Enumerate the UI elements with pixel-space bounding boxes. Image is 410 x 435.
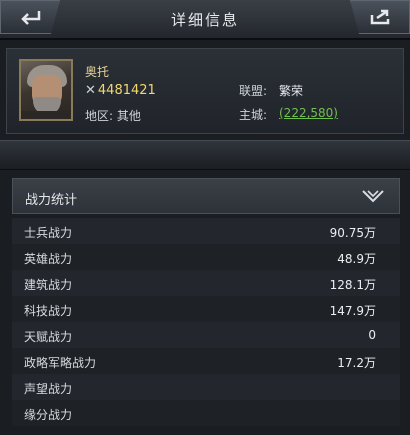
stat-label: 科技战力 [24,304,73,318]
title-bar: 详细信息 [0,0,410,40]
stat-label: 缘分战力 [24,408,73,422]
chevron-down-icon[interactable] [361,188,385,204]
stat-row-tech: 科技战力 147.9万 [12,296,400,322]
stat-label: 政略军略战力 [24,356,97,370]
stat-row-soldier: 士兵战力 90.75万 [12,218,400,244]
profile-panel: 奥托 ✕ 4481421 地区: 其他 联盟: 繁荣 主城: (222,580) [6,48,404,134]
section-divider [0,140,410,170]
stat-row-building: 建筑战力 128.1万 [12,270,400,296]
stat-value: 0 [368,328,376,342]
alliance-value: 繁荣 [279,84,304,98]
stat-row-talent: 天赋战力 0 [12,322,400,348]
avatar[interactable] [19,59,73,121]
stat-row-policy: 政略军略战力 17.2万 [12,348,400,374]
stat-value: 90.75万 [329,226,376,240]
share-icon [370,9,390,25]
stat-value: 128.1万 [329,278,376,292]
stat-value: 48.9万 [337,252,376,266]
stat-value: 17.2万 [337,356,376,370]
page-title: 详细信息 [170,11,239,29]
stat-label: 声望战力 [24,382,73,396]
main-city-label: 主城: [239,108,268,122]
stat-row-hero: 英雄战力 48.9万 [12,244,400,270]
stat-label: 英雄战力 [24,252,73,266]
stat-row-prestige: 声望战力 [12,374,400,400]
share-button[interactable] [350,0,410,34]
stat-label: 士兵战力 [24,226,73,240]
alliance-label: 联盟: [239,84,268,98]
player-power: ✕ 4481421 [85,83,156,98]
stat-row-fate: 缘分战力 [12,400,400,426]
stat-label: 天赋战力 [24,330,73,344]
power-value: 4481421 [97,83,156,98]
crossed-swords-icon: ✕ [85,83,96,98]
power-stats-header[interactable]: 战力统计 [12,178,400,214]
main-city-coordinates-link[interactable]: (222,580) [279,106,338,120]
power-stats-title: 战力统计 [25,193,78,208]
stat-label: 建筑战力 [24,278,73,292]
stat-value: 147.9万 [329,304,376,318]
player-name: 奥托 [85,65,110,79]
region-label: 地区: 其他 [85,109,141,123]
